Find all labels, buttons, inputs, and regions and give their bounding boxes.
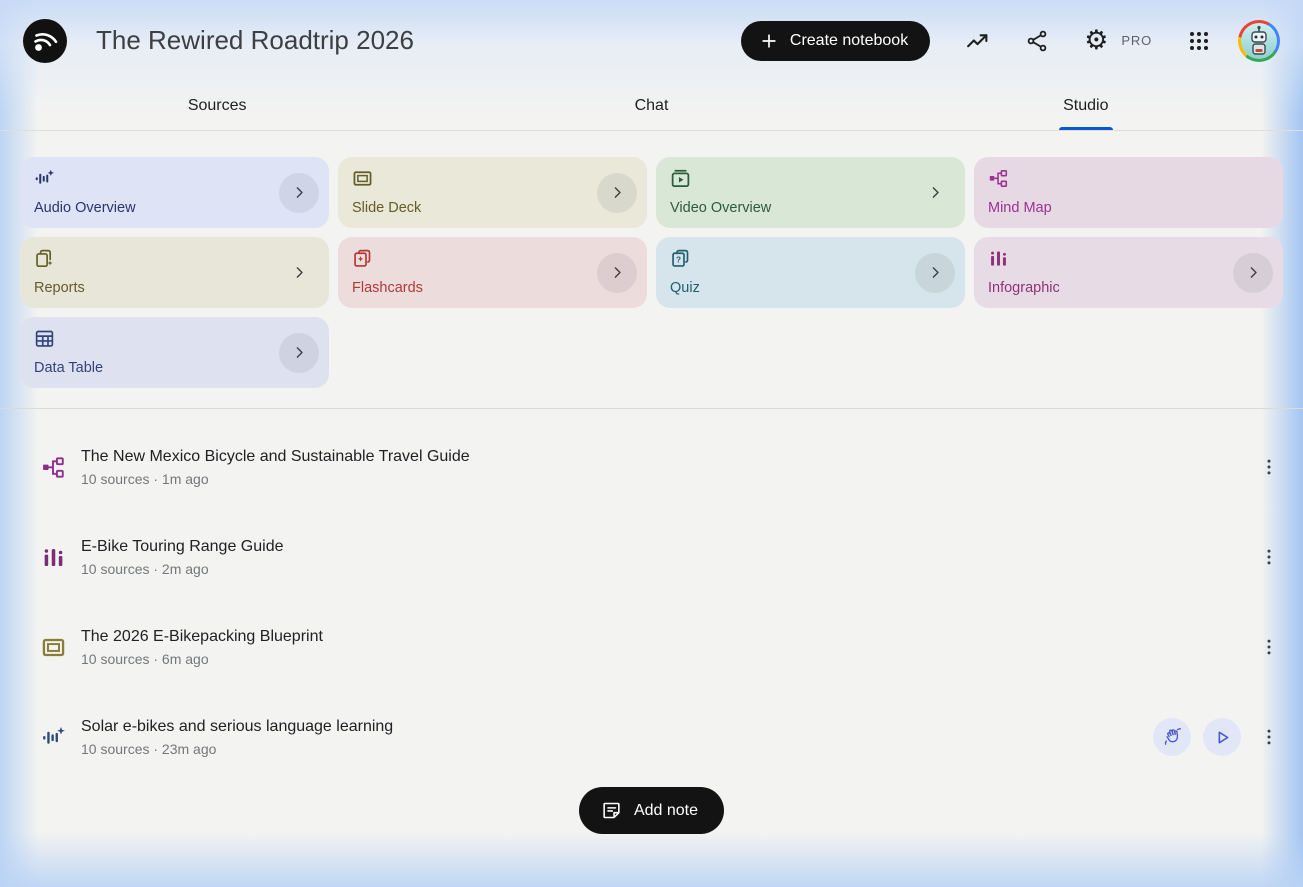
studio-card-data-table[interactable]: Data Table xyxy=(20,317,329,388)
play-audio-button[interactable] xyxy=(1203,718,1241,756)
analytics-icon[interactable] xyxy=(965,28,990,53)
list-item-controls xyxy=(1253,537,1281,577)
chevron-right-icon[interactable] xyxy=(279,332,319,373)
settings-gear-icon[interactable]: ⚙ xyxy=(1084,27,1108,54)
audio-overview-icon xyxy=(40,725,66,750)
studio-card-label: Reports xyxy=(34,280,85,296)
chevron-right-icon[interactable] xyxy=(279,253,319,293)
studio-card-grid: Audio Overview Slide Deck Video Overview xyxy=(0,131,1303,388)
studio-card-label: Flashcards xyxy=(352,280,423,296)
more-options-icon[interactable] xyxy=(1257,717,1281,757)
studio-card-reports[interactable]: Reports xyxy=(20,237,329,308)
mind-map-icon xyxy=(988,168,1269,189)
add-note-container: Add note xyxy=(0,787,1303,834)
artifact-list: The New Mexico Bicycle and Sustainable T… xyxy=(0,409,1303,782)
list-item-title[interactable]: E-Bike Touring Range Guide xyxy=(81,538,284,556)
plus-icon xyxy=(759,31,779,51)
list-item-meta: 10 sources · 23m ago xyxy=(81,740,217,757)
list-item-meta: 10 sources · 1m ago xyxy=(81,470,209,487)
app-header: The Rewired Roadtrip 2026 Create noteboo… xyxy=(0,0,1303,81)
studio-card-label: Audio Overview xyxy=(34,200,136,216)
list-item-infographic[interactable]: E-Bike Touring Range Guide 10 sources · … xyxy=(0,512,1281,602)
list-item-mind-map[interactable]: The New Mexico Bicycle and Sustainable T… xyxy=(0,422,1281,512)
more-options-icon[interactable] xyxy=(1257,447,1281,487)
chevron-right-icon[interactable] xyxy=(279,172,319,213)
create-notebook-button[interactable]: Create notebook xyxy=(740,20,931,61)
list-item-title[interactable]: The 2026 E-Bikepacking Blueprint xyxy=(81,628,323,646)
infographic-icon xyxy=(40,545,66,570)
chevron-right-icon[interactable] xyxy=(597,172,637,213)
list-item-controls xyxy=(1253,627,1281,667)
flashcards-icon xyxy=(352,248,633,269)
apps-grid-icon[interactable] xyxy=(1187,29,1211,53)
notebooklm-logo-icon[interactable] xyxy=(23,18,67,63)
main-tabs: Sources Chat Studio xyxy=(0,81,1303,131)
infographic-icon xyxy=(988,248,1269,269)
list-item-text: E-Bike Touring Range Guide 10 sources · … xyxy=(81,538,284,577)
chevron-right-icon[interactable] xyxy=(915,252,955,293)
more-options-icon[interactable] xyxy=(1257,627,1281,667)
play-icon xyxy=(1213,728,1232,747)
waving-hand-icon xyxy=(1162,727,1182,747)
quiz-icon: ? xyxy=(670,248,951,269)
studio-card-label: Slide Deck xyxy=(352,200,422,216)
studio-card-video-overview[interactable]: Video Overview xyxy=(656,157,965,228)
list-item-text: Solar e-bikes and serious language learn… xyxy=(81,718,393,757)
list-item-meta: 10 sources · 2m ago xyxy=(81,560,209,577)
pro-badge: PRO xyxy=(1121,33,1152,48)
slide-deck-icon xyxy=(40,635,66,660)
studio-card-flashcards[interactable]: Flashcards xyxy=(338,237,647,308)
user-avatar[interactable] xyxy=(1238,19,1280,62)
list-item-text: The 2026 E-Bikepacking Blueprint 10 sour… xyxy=(81,628,323,667)
slide-deck-icon xyxy=(352,168,633,189)
add-note-button[interactable]: Add note xyxy=(578,787,725,834)
studio-card-label: Data Table xyxy=(34,360,104,376)
add-note-label: Add note xyxy=(633,801,699,819)
reports-icon xyxy=(34,248,315,269)
video-overview-icon xyxy=(670,168,951,189)
studio-card-mind-map[interactable]: Mind Map xyxy=(974,157,1283,228)
list-item-audio-overview[interactable]: Solar e-bikes and serious language learn… xyxy=(0,692,1281,782)
studio-card-slide-deck[interactable]: Slide Deck xyxy=(338,157,647,228)
tab-chat-label: Chat xyxy=(634,96,669,114)
data-table-icon xyxy=(34,328,315,349)
list-item-controls xyxy=(1153,717,1281,757)
interactive-mode-button[interactable] xyxy=(1153,718,1191,756)
studio-card-label: Quiz xyxy=(670,280,700,296)
chevron-right-icon[interactable] xyxy=(597,252,637,293)
studio-card-label: Video Overview xyxy=(670,200,772,216)
list-item-controls xyxy=(1253,447,1281,487)
audio-overview-icon xyxy=(34,168,315,189)
note-icon xyxy=(601,800,622,821)
list-item-text: The New Mexico Bicycle and Sustainable T… xyxy=(81,448,470,487)
list-item-title[interactable]: The New Mexico Bicycle and Sustainable T… xyxy=(81,448,470,466)
mind-map-icon xyxy=(40,455,66,480)
tab-sources-label: Sources xyxy=(187,96,247,114)
studio-card-infographic[interactable]: Infographic xyxy=(974,237,1283,308)
studio-card-audio-overview[interactable]: Audio Overview xyxy=(20,157,329,228)
list-item-meta: 10 sources · 6m ago xyxy=(81,650,209,667)
tab-studio[interactable]: Studio xyxy=(869,81,1303,130)
share-icon[interactable] xyxy=(1025,29,1049,53)
create-notebook-label: Create notebook xyxy=(789,31,909,49)
notebook-title[interactable]: The Rewired Roadtrip 2026 xyxy=(96,25,414,56)
tab-sources[interactable]: Sources xyxy=(0,81,434,130)
chevron-right-icon[interactable] xyxy=(1233,252,1273,293)
studio-card-quiz[interactable]: ? Quiz xyxy=(656,237,965,308)
tab-chat[interactable]: Chat xyxy=(434,81,868,130)
svg-text:?: ? xyxy=(676,255,681,265)
tab-studio-label: Studio xyxy=(1063,96,1109,114)
studio-card-label: Mind Map xyxy=(988,200,1052,216)
tab-active-underline xyxy=(1058,127,1113,130)
more-options-icon[interactable] xyxy=(1257,537,1281,577)
list-item-slide-deck[interactable]: The 2026 E-Bikepacking Blueprint 10 sour… xyxy=(0,602,1281,692)
list-item-title[interactable]: Solar e-bikes and serious language learn… xyxy=(81,718,393,736)
studio-card-label: Infographic xyxy=(988,280,1060,296)
chevron-right-icon[interactable] xyxy=(915,173,955,213)
avatar-robot-image xyxy=(1241,22,1277,59)
